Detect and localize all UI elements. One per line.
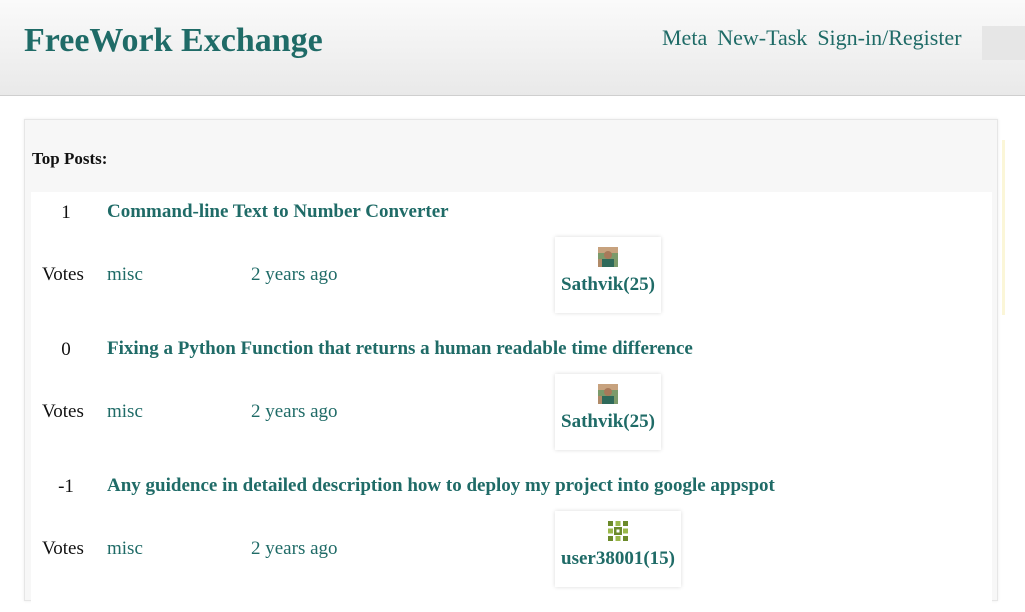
post-row: 0 Fixing a Python Function that returns …: [31, 329, 992, 466]
user-card: Sathvik(25): [555, 237, 661, 313]
nav-new-task-link[interactable]: New-Task: [717, 25, 807, 51]
post-row: -1 Any guidence in detailed description …: [31, 466, 992, 603]
post-time: 2 years ago: [251, 538, 338, 559]
post-time: 2 years ago: [251, 401, 338, 422]
post-time: 2 years ago: [251, 264, 338, 285]
votes-label: Votes: [42, 401, 84, 422]
post-title-link[interactable]: Command-line Text to Number Converter: [107, 201, 449, 223]
votes-label: Votes: [42, 538, 84, 559]
user-name-link[interactable]: Sathvik(25): [561, 411, 655, 433]
posts-list: 1 Command-line Text to Number Converter …: [31, 192, 992, 612]
nav-meta-link[interactable]: Meta: [662, 25, 707, 51]
top-posts-panel: Top Posts: 1 Command-line Text to Number…: [24, 119, 998, 612]
identicon-icon[interactable]: [607, 521, 628, 541]
site-brand-link[interactable]: FreeWork Exchange: [24, 22, 323, 60]
vote-count: -1: [58, 476, 74, 497]
user-photo-icon[interactable]: [597, 247, 618, 267]
top-nav: Meta New-Task Sign-in/Register: [662, 25, 962, 51]
nav-sign-in-register-link[interactable]: Sign-in/Register: [817, 25, 961, 51]
vote-count: 0: [61, 339, 71, 360]
site-header: FreeWork Exchange Meta New-Task Sign-in/…: [0, 0, 1025, 96]
section-title: Top Posts:: [32, 149, 108, 168]
post-tag-link[interactable]: misc: [107, 538, 143, 560]
post-tag-link[interactable]: misc: [107, 401, 143, 423]
user-card: user38001(15): [555, 511, 681, 587]
post-title-link[interactable]: Any guidence in detailed description how…: [107, 475, 775, 497]
user-name-link[interactable]: user38001(15): [561, 548, 675, 570]
post-tag-link[interactable]: misc: [107, 264, 143, 286]
votes-label: Votes: [42, 264, 84, 285]
user-card: Sathvik(25): [555, 374, 661, 450]
post-title-link[interactable]: Fixing a Python Function that returns a …: [107, 338, 693, 360]
user-name-link[interactable]: Sathvik(25): [561, 274, 655, 296]
vote-count: 1: [61, 202, 71, 223]
side-accent-strip: [1002, 140, 1005, 315]
post-row: 1 Command-line Text to Number Converter …: [31, 192, 992, 329]
user-photo-icon[interactable]: [597, 384, 618, 404]
nav-tail-block: [982, 26, 1025, 60]
